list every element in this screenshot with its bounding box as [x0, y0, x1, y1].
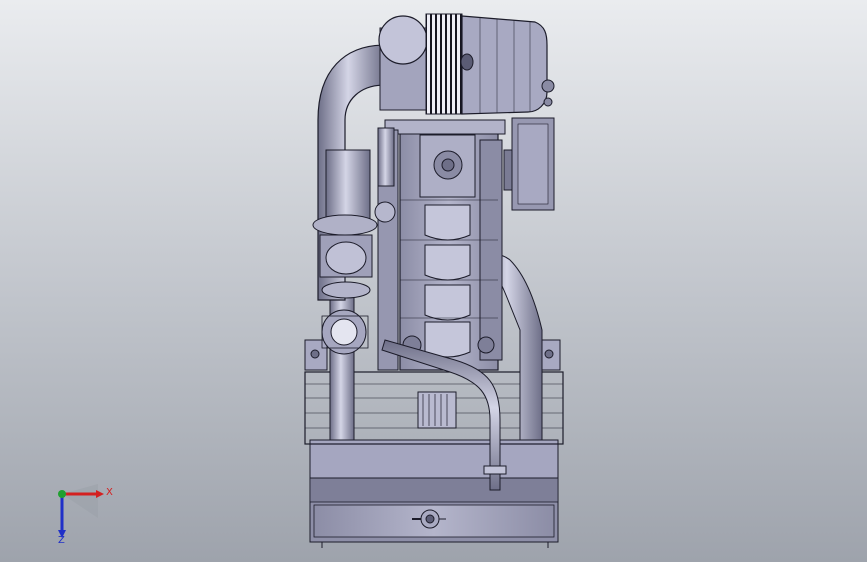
y-axis-point — [58, 490, 66, 498]
engine-block[interactable] — [377, 119, 506, 371]
graphics-viewport[interactable]: X Z Y — [0, 0, 867, 562]
triad-axes — [58, 484, 104, 538]
ecu-module[interactable] — [503, 117, 555, 211]
flywheel-gear[interactable] — [417, 391, 457, 429]
left-mount-bracket[interactable] — [304, 339, 328, 371]
air-filter[interactable] — [378, 13, 555, 115]
engine-model[interactable] — [0, 0, 867, 562]
x-axis-label: X — [106, 487, 113, 498]
intake-pipe[interactable] — [374, 127, 396, 223]
coordinate-triad: X Z Y — [40, 478, 130, 548]
z-axis-label: Z — [58, 535, 65, 546]
oil-pan[interactable] — [309, 475, 559, 548]
